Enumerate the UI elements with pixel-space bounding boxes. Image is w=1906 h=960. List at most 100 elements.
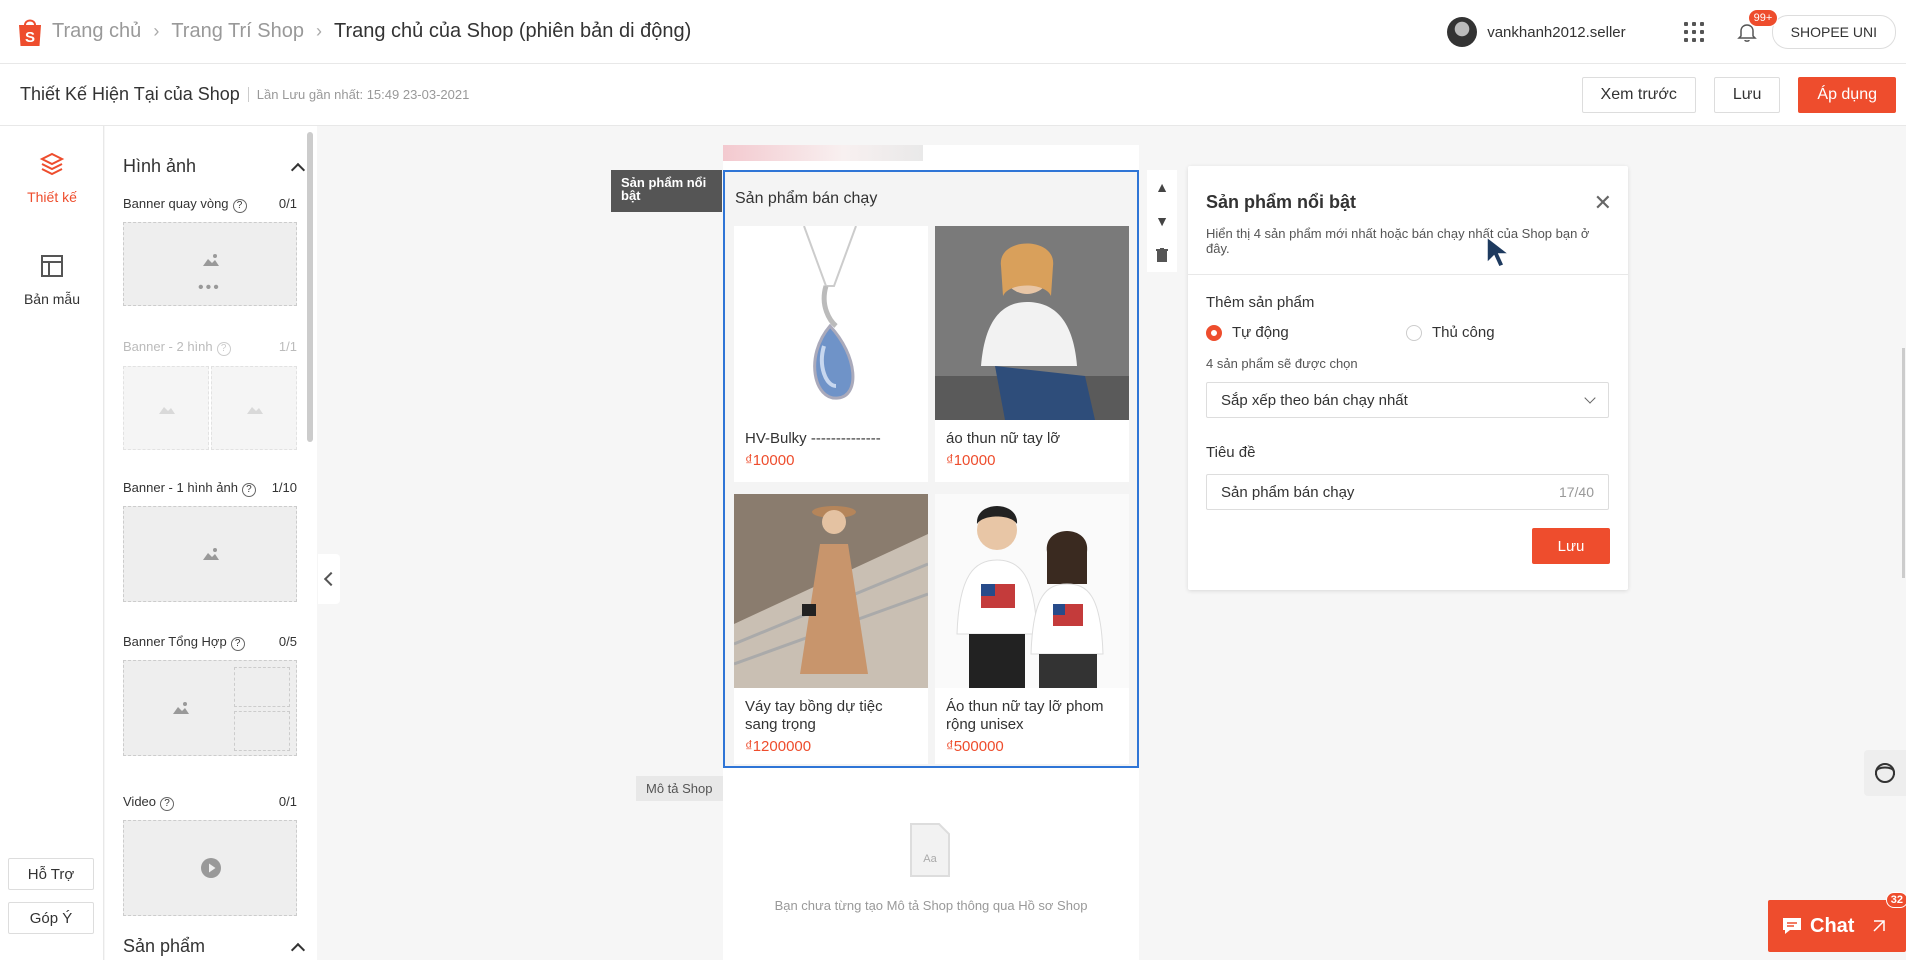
select-value: Sắp xếp theo bán chạy nhất [1221, 391, 1408, 409]
product-card[interactable]: HV-Bulky -------------- ₫10000 [734, 226, 928, 482]
single-image-banner-thumbnail[interactable] [123, 506, 297, 602]
shopee-logo-icon[interactable]: S [16, 16, 44, 48]
component-name: Banner quay vòng [123, 196, 229, 211]
video-thumbnail[interactable] [123, 820, 297, 916]
shop-switch-button[interactable]: SHOPEE UNI [1771, 15, 1896, 49]
radio-manual[interactable]: Thủ công [1406, 324, 1495, 341]
move-down-icon[interactable]: ▼ [1147, 204, 1177, 238]
apply-button[interactable]: Áp dụng [1798, 77, 1896, 113]
play-icon [201, 858, 221, 878]
page-scrollbar[interactable] [1902, 348, 1905, 578]
collapse-panel-button[interactable] [318, 554, 340, 604]
chat-label: Chat [1810, 914, 1855, 937]
settings-save-button[interactable]: Lưu [1532, 528, 1610, 564]
title-input[interactable]: Sản phẩm bán chạy 17/40 [1206, 474, 1609, 510]
section-title: Sản phẩm [123, 936, 206, 956]
save-button[interactable]: Lưu [1713, 77, 1781, 113]
component-count: 0/1 [278, 794, 297, 809]
settings-description: Hiển thị 4 sản phẩm mới nhất hoặc bán ch… [1206, 226, 1590, 256]
component-count: 0/1 [278, 196, 297, 211]
help-icon[interactable]: ? [232, 199, 247, 213]
product-card[interactable]: Áo thun nữ tay lỡ phom rộng unisex ₫5000… [935, 494, 1129, 764]
breadcrumb: Trang chủ › Trang Trí Shop › Trang chủ c… [52, 20, 691, 43]
expand-icon[interactable] [1872, 919, 1886, 933]
component-count: 1/1 [278, 339, 297, 354]
layers-icon [39, 152, 65, 176]
help-icon[interactable]: ? [230, 637, 245, 651]
settings-title: Sản phẩm nổi bật [1206, 192, 1357, 212]
featured-section-tag: Sản phẩm nổi bật [611, 170, 722, 212]
two-image-banner-thumbnail-left [123, 366, 209, 450]
username[interactable]: vankhanh2012.seller [1487, 24, 1625, 41]
carousel-dots: ••• [198, 279, 221, 296]
trash-icon[interactable] [1147, 238, 1177, 272]
preview-button[interactable]: Xem trước [1581, 77, 1696, 113]
last-saved-text: Lần Lưu gần nhất: 15:49 23-03-2021 [247, 87, 469, 102]
images-section-header[interactable]: Hình ảnh [123, 156, 306, 177]
product-image [734, 494, 928, 688]
move-up-icon[interactable]: ▲ [1147, 170, 1177, 204]
products-section-header[interactable]: Sản phẩm [123, 936, 306, 957]
notification-bell[interactable]: 99+ [1736, 9, 1779, 43]
add-products-label: Thêm sản phẩm [1206, 294, 1315, 311]
headset-icon [1875, 763, 1895, 783]
featured-products-section[interactable]: Sản phẩm bán chạy HV-Bulky -------------… [723, 170, 1139, 768]
product-name: HV-Bulky -------------- [745, 430, 881, 447]
component-count: 1/10 [271, 480, 297, 495]
carousel-banner-thumbnail[interactable]: ••• [123, 222, 297, 306]
support-button[interactable]: Hỗ Trợ [8, 858, 94, 890]
combined-banner-thumbnail[interactable] [123, 660, 297, 756]
breadcrumb-home[interactable]: Trang chủ [52, 20, 141, 43]
product-name: áo thun nữ tay lỡ [946, 430, 1061, 447]
help-icon[interactable]: ? [216, 342, 231, 356]
section-title: Hình ảnh [123, 156, 197, 176]
avatar[interactable] [1447, 17, 1478, 47]
chat-icon [1783, 918, 1801, 934]
component-name: Video [123, 794, 157, 809]
component-label: Banner - 1 hình ảnh? 1/10 [123, 480, 297, 497]
rail-item-design[interactable]: Thiết kế [0, 150, 104, 205]
notification-badge: 99+ [1747, 9, 1779, 27]
image-icon [203, 548, 219, 560]
chevron-down-icon [1584, 392, 1596, 404]
product-name: Áo thun nữ tay lỡ phom rộng unisex [946, 698, 1104, 733]
help-icon[interactable]: ? [160, 797, 175, 811]
svg-text:S: S [25, 29, 35, 46]
help-icon[interactable]: ? [241, 483, 256, 497]
apps-grid-icon[interactable] [1683, 22, 1704, 42]
product-card[interactable]: áo thun nữ tay lỡ ₫10000 [935, 226, 1129, 482]
char-counter: 17/40 [1558, 484, 1594, 500]
mouse-cursor-icon [1486, 235, 1511, 268]
document-icon: Aa [910, 823, 950, 877]
chevron-up-icon [290, 162, 306, 177]
description-empty-text: Bạn chưa từng tạo Mô tả Shop thông qua H… [774, 898, 1088, 913]
feedback-button[interactable]: Góp Ý [8, 902, 94, 934]
product-image [734, 226, 928, 420]
top-nav: S Trang chủ › Trang Trí Shop › Trang chủ… [0, 0, 1906, 64]
sort-select[interactable]: Sắp xếp theo bán chạy nhất [1206, 382, 1609, 418]
product-count-note: 4 sản phẩm sẽ được chọn [1206, 356, 1358, 371]
rail-item-templates[interactable]: Bản mẫu [0, 252, 104, 307]
chevron-right-icon: › [315, 21, 322, 41]
radio-auto[interactable]: Tự động [1206, 324, 1289, 341]
component-label: Banner - 2 hình? 1/1 [123, 339, 297, 356]
close-icon[interactable]: ✕ [1594, 190, 1612, 216]
rail-item-label: Bản mẫu [23, 291, 81, 307]
support-float-button[interactable] [1864, 750, 1906, 796]
product-price: ₫1200000 [745, 738, 812, 755]
chat-badge: 32 [1885, 892, 1906, 908]
product-card[interactable]: Váy tay bồng dự tiệc sang trọng ₫1200000 [734, 494, 928, 764]
product-price: ₫10000 [946, 452, 996, 469]
title-label: Tiêu đề [1206, 444, 1256, 461]
panel-scrollbar[interactable] [307, 132, 313, 442]
left-rail: Thiết kế Bản mẫu Hỗ Trợ Góp Ý [0, 126, 104, 960]
component-count: 0/5 [278, 634, 297, 649]
chat-button[interactable]: Chat 32 [1768, 892, 1906, 952]
component-label: Video? 0/1 [123, 794, 297, 811]
description-section-tag: Mô tả Shop [636, 776, 723, 801]
input-value: Sản phẩm bán chạy [1221, 483, 1355, 501]
component-name: Banner Tổng Hợp [123, 634, 227, 649]
breadcrumb-shop-decoration[interactable]: Trang Trí Shop [171, 20, 304, 43]
breadcrumb-current: Trang chủ của Shop (phiên bản di động) [333, 20, 692, 42]
product-price: ₫10000 [745, 452, 795, 469]
